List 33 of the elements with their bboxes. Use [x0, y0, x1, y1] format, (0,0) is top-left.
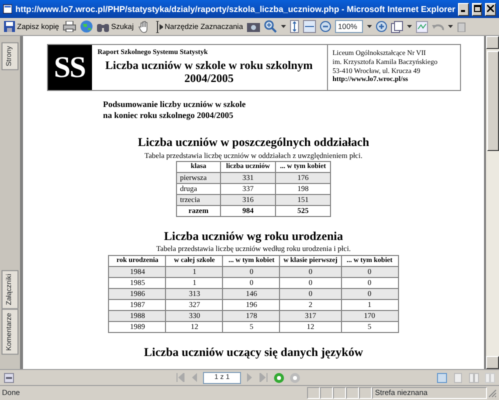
section-heading: Liczba uczniów w poszczególnych oddziałach: [138, 136, 370, 149]
vertical-scrollbar[interactable]: [486, 36, 499, 369]
caret-icon[interactable]: [367, 24, 372, 28]
maximize-icon: [474, 5, 481, 12]
fit-width-icon[interactable]: [303, 20, 316, 33]
report-title: Liczba uczniów w szkole w roku szkolnym 2004/2005: [104, 60, 314, 88]
resize-grip-icon[interactable]: [487, 388, 497, 398]
close-icon: [487, 5, 494, 12]
pages-icon[interactable]: [391, 20, 403, 32]
window-title: http://www.lo7.wroc.pl/PHP/statystyka/dzialy/raporty/szkola_liczba_uczniow.php - Microsoft Internet Explorer: [15, 2, 456, 16]
caret-icon[interactable]: [448, 24, 453, 28]
binoculars-icon: [97, 22, 110, 32]
panel-toggle-icon[interactable]: [4, 372, 14, 382]
camera-icon[interactable]: [247, 21, 260, 32]
minimize-button[interactable]: [458, 2, 469, 16]
caret-icon[interactable]: [407, 24, 412, 28]
text-cursor-icon: [154, 20, 163, 32]
zoom-plus-icon[interactable]: [376, 21, 387, 32]
logo: SS: [48, 45, 92, 90]
caret-icon[interactable]: [281, 24, 286, 28]
single-page-icon[interactable]: [437, 372, 447, 382]
zoom-in-icon[interactable]: [264, 20, 277, 33]
section-heading: Liczba uczniów wg roku urodzenia: [164, 230, 343, 242]
zoom-out-icon[interactable]: [320, 21, 331, 32]
printer-icon[interactable]: [63, 21, 76, 32]
close-button[interactable]: [485, 2, 496, 16]
globe-icon[interactable]: [80, 20, 94, 33]
back-circle-icon[interactable]: [274, 372, 284, 382]
maximize-button[interactable]: [472, 2, 482, 16]
summary-text: Podsumowanie liczby uczniów w szkole na koniec roku szkolnego 2004/2005: [103, 99, 246, 122]
fit-page-icon[interactable]: [290, 20, 299, 33]
section-heading: Liczba uczniów uczący się danych języków: [144, 346, 363, 358]
browser-icon: [3, 3, 12, 15]
